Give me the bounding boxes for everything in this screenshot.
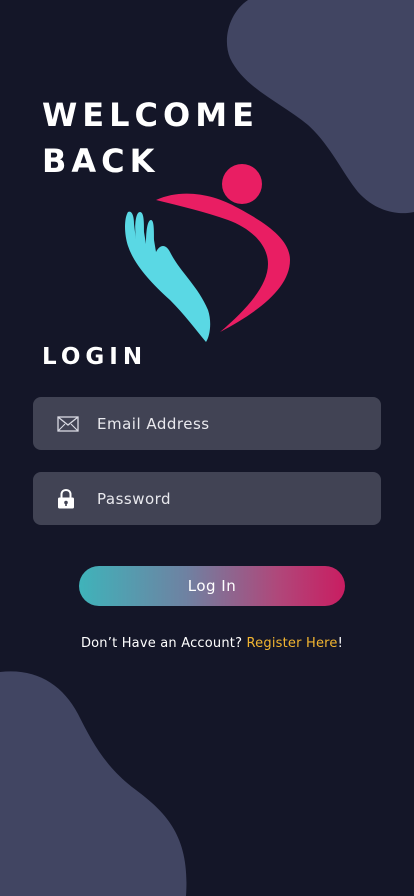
login-button[interactable]: Log In xyxy=(79,566,345,606)
email-field[interactable] xyxy=(33,397,381,450)
logo-head xyxy=(222,164,262,204)
lock-icon xyxy=(58,488,74,508)
bottom-left-blob xyxy=(0,671,187,896)
login-title: LOGIN xyxy=(42,344,148,370)
password-field[interactable] xyxy=(33,472,381,525)
envelope-icon xyxy=(57,415,79,432)
register-prompt: Don’t Have an Account? Register Here! xyxy=(0,636,414,651)
register-link[interactable]: Register Here xyxy=(247,636,338,651)
heart-hands-icon xyxy=(125,164,290,342)
register-prompt-suffix: ! xyxy=(337,636,344,651)
register-prompt-text: Don’t Have an Account? xyxy=(80,636,247,651)
login-screen: WELCOME BACK LOGIN Log In Don’t Have an … xyxy=(0,0,414,896)
email-input[interactable] xyxy=(97,397,367,450)
logo-hand xyxy=(125,211,211,342)
password-input[interactable] xyxy=(97,472,367,525)
welcome-line-1: WELCOME xyxy=(42,96,259,134)
